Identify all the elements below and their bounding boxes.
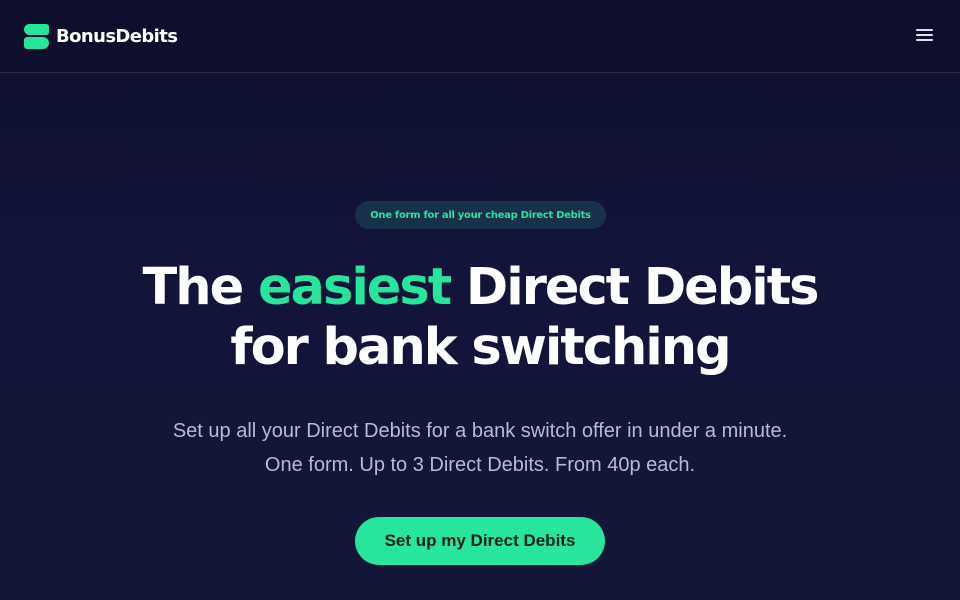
- hamburger-menu-icon[interactable]: [908, 22, 940, 50]
- headline-suffix: Direct Debits: [450, 258, 820, 317]
- subtext-line1: Set up all your Direct Debits for a bank…: [172, 420, 788, 442]
- headline-prefix: The: [142, 258, 258, 317]
- headline-accent: easiest: [257, 258, 452, 317]
- stacked-bars-logo-icon: [24, 23, 49, 49]
- hero-subtext: Set up all your Direct Debits for a bank…: [80, 414, 880, 482]
- hero-section: One form for all your cheap Direct Debit…: [0, 73, 960, 600]
- brand-link[interactable]: BonusDebits: [24, 23, 178, 49]
- headline-line2: for bank switching: [230, 318, 731, 377]
- tagline-badge: One form for all your cheap Direct Debit…: [355, 201, 606, 229]
- hero-headline: The easiest Direct Debits for bank switc…: [80, 258, 880, 378]
- subtext-line2: One form. Up to 3 Direct Debits. From 40…: [264, 454, 696, 476]
- brand-name: BonusDebits: [56, 25, 178, 47]
- setup-direct-debits-button[interactable]: Set up my Direct Debits: [355, 517, 605, 565]
- top-navbar: BonusDebits: [0, 0, 960, 73]
